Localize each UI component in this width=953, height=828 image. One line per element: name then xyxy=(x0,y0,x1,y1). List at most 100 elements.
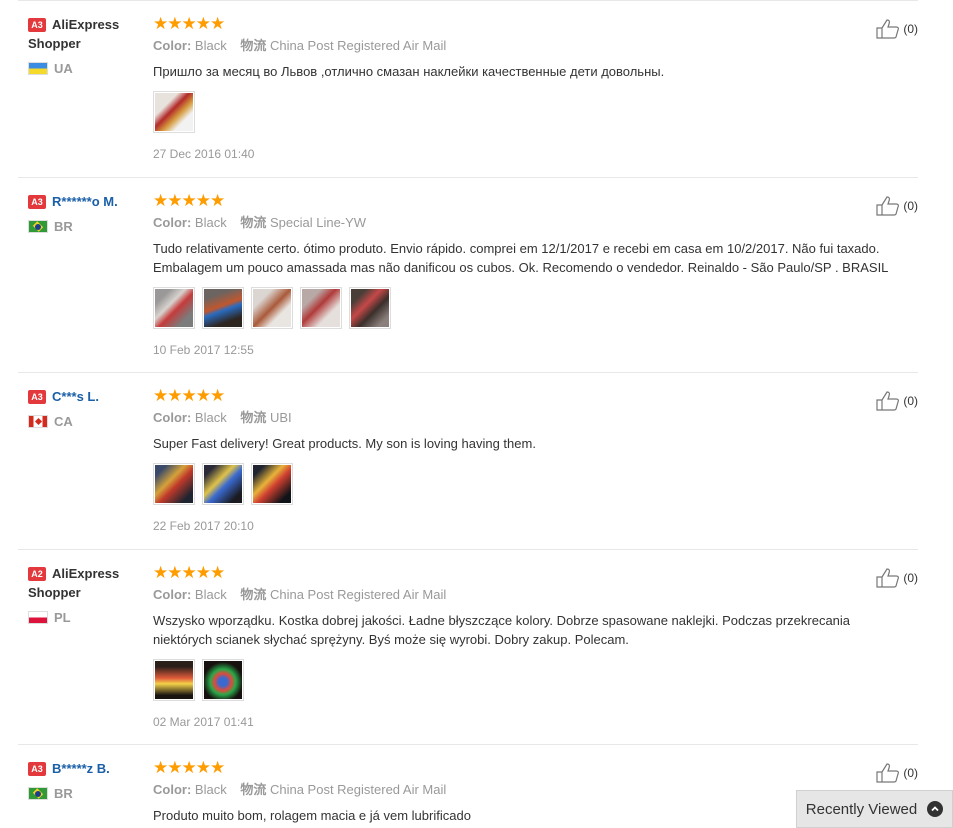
reviewer-info: A3 C***s L. CA xyxy=(28,387,148,431)
reviewer-country: BR xyxy=(28,217,148,236)
helpful-count: (0) xyxy=(903,394,918,408)
helpful-vote[interactable]: (0) xyxy=(876,568,918,588)
review-item: A2 AliExpress Shopper PL ★★★★★ Color: Bla… xyxy=(18,550,918,745)
helpful-count: (0) xyxy=(903,766,918,780)
color-value: Black xyxy=(194,587,227,602)
helpful-count: (0) xyxy=(903,571,918,585)
review-content: ★★★★★ Color: Black 物流 China Post Registe… xyxy=(153,564,918,729)
review-photo-thumbnail[interactable] xyxy=(153,287,195,329)
ukraine-flag-icon xyxy=(28,62,48,75)
review-photo-thumbnail[interactable] xyxy=(153,463,195,505)
review-photo-thumbnail[interactable] xyxy=(202,463,244,505)
buyer-level-badge: A3 xyxy=(28,762,46,776)
reviewer-country: UA xyxy=(28,59,148,78)
shipping-label: 物流 xyxy=(240,587,267,602)
country-code: CA xyxy=(54,414,73,429)
review-photo-thumbnail[interactable] xyxy=(153,659,195,701)
review-photo-thumbnail[interactable] xyxy=(202,287,244,329)
color-value: Black xyxy=(194,782,227,797)
reviewer-info: A2 AliExpress Shopper PL xyxy=(28,564,148,627)
buyer-level-badge: A3 xyxy=(28,18,46,32)
color-label: Color: xyxy=(153,782,192,797)
review-date: 10 Feb 2017 12:55 xyxy=(153,343,254,357)
star-rating: ★★★★★ xyxy=(153,191,225,210)
shipping-value: China Post Registered Air Mail xyxy=(269,782,447,797)
poland-flag-icon xyxy=(28,611,48,624)
review-content: ★★★★★ Color: Black 物流 Special Line-YW Tu… xyxy=(153,192,918,357)
review-date: 27 Dec 2016 01:40 xyxy=(153,147,255,161)
review-photo-thumbnail[interactable] xyxy=(251,287,293,329)
country-code: PL xyxy=(54,610,71,625)
brazil-flag-icon xyxy=(28,220,48,233)
shipping-value: China Post Registered Air Mail xyxy=(269,587,447,602)
color-label: Color: xyxy=(153,38,192,53)
thumbs-up-icon[interactable] xyxy=(876,196,900,216)
shipping-value: UBI xyxy=(269,410,292,425)
review-item: A3 R******o M. BR ★★★★★ Color: Black 物流 S… xyxy=(18,178,918,373)
country-code: BR xyxy=(54,219,73,234)
color-label: Color: xyxy=(153,587,192,602)
shipping-label: 物流 xyxy=(240,38,267,53)
review-photo-thumbnail[interactable] xyxy=(202,659,244,701)
chevron-up-icon xyxy=(927,801,944,817)
order-info: Color: Black 物流 China Post Registered Ai… xyxy=(153,587,918,603)
helpful-vote[interactable]: (0) xyxy=(876,19,918,39)
review-photo-thumbnail[interactable] xyxy=(251,463,293,505)
recently-viewed-label: Recently Viewed xyxy=(805,800,918,818)
color-value: Black xyxy=(194,410,227,425)
reviewer-name[interactable]: C***s L. xyxy=(52,389,99,404)
order-info: Color: Black 物流 China Post Registered Ai… xyxy=(153,38,918,54)
canada-flag-icon xyxy=(28,415,48,428)
review-text: Пришло за месяц во Львов ,отлично смазан… xyxy=(153,64,665,79)
country-code: BR xyxy=(54,786,73,801)
reviewer-info: A3 AliExpress Shopper UA xyxy=(28,15,148,78)
helpful-count: (0) xyxy=(903,22,918,36)
color-label: Color: xyxy=(153,215,192,230)
star-rating: ★★★★★ xyxy=(153,386,225,405)
star-rating: ★★★★★ xyxy=(153,563,225,582)
reviewer-country: BR xyxy=(28,784,148,803)
review-photo-thumbnail[interactable] xyxy=(300,287,342,329)
review-item: A3 B*****z B. BR ★★★★★ Color: Black 物流 Ch… xyxy=(18,745,918,828)
brazil-flag-icon xyxy=(28,787,48,800)
shipping-label: 物流 xyxy=(240,215,267,230)
recently-viewed-button[interactable]: Recently Viewed xyxy=(796,790,953,828)
thumbs-up-icon[interactable] xyxy=(876,19,900,39)
review-date: 22 Feb 2017 20:10 xyxy=(153,519,254,533)
reviewer-country: CA xyxy=(28,412,148,431)
review-text: Produto muito bom, rolagem macia e já ve… xyxy=(153,808,471,823)
review-photo-thumbnail[interactable] xyxy=(349,287,391,329)
buyer-level-badge: A3 xyxy=(28,390,46,404)
thumbs-up-icon[interactable] xyxy=(876,391,900,411)
shipping-label: 物流 xyxy=(240,410,267,425)
shipping-label: 物流 xyxy=(240,782,267,797)
color-label: Color: xyxy=(153,410,192,425)
review-content: ★★★★★ Color: Black 物流 China Post Registe… xyxy=(153,15,918,161)
review-photos xyxy=(153,287,918,329)
color-value: Black xyxy=(194,215,227,230)
reviewer-name[interactable]: B*****z B. xyxy=(52,761,110,776)
order-info: Color: Black 物流 Special Line-YW xyxy=(153,215,918,231)
buyer-level-badge: A3 xyxy=(28,195,46,209)
thumbs-up-icon[interactable] xyxy=(876,763,900,783)
review-photos xyxy=(153,659,918,701)
review-photo-thumbnail[interactable] xyxy=(153,91,195,133)
helpful-vote[interactable]: (0) xyxy=(876,391,918,411)
reviewer-name[interactable]: R******o M. xyxy=(52,194,118,209)
helpful-vote[interactable]: (0) xyxy=(876,763,918,783)
review-date: 02 Mar 2017 01:41 xyxy=(153,715,254,729)
reviewer-info: A3 R******o M. BR xyxy=(28,192,148,236)
feedback-list: A3 AliExpress Shopper UA ★★★★★ Color: Bla… xyxy=(18,0,918,828)
thumbs-up-icon[interactable] xyxy=(876,568,900,588)
country-code: UA xyxy=(54,61,73,76)
helpful-count: (0) xyxy=(903,199,918,213)
review-photos xyxy=(153,91,918,133)
star-rating: ★★★★★ xyxy=(153,14,225,33)
helpful-vote[interactable]: (0) xyxy=(876,196,918,216)
buyer-level-badge: A2 xyxy=(28,567,46,581)
order-info: Color: Black 物流 UBI xyxy=(153,410,918,426)
star-rating: ★★★★★ xyxy=(153,758,225,777)
shipping-value: Special Line-YW xyxy=(269,215,367,230)
review-item: A3 C***s L. CA ★★★★★ Color: Black 物流 UBI … xyxy=(18,373,918,550)
shipping-value: China Post Registered Air Mail xyxy=(269,38,447,53)
